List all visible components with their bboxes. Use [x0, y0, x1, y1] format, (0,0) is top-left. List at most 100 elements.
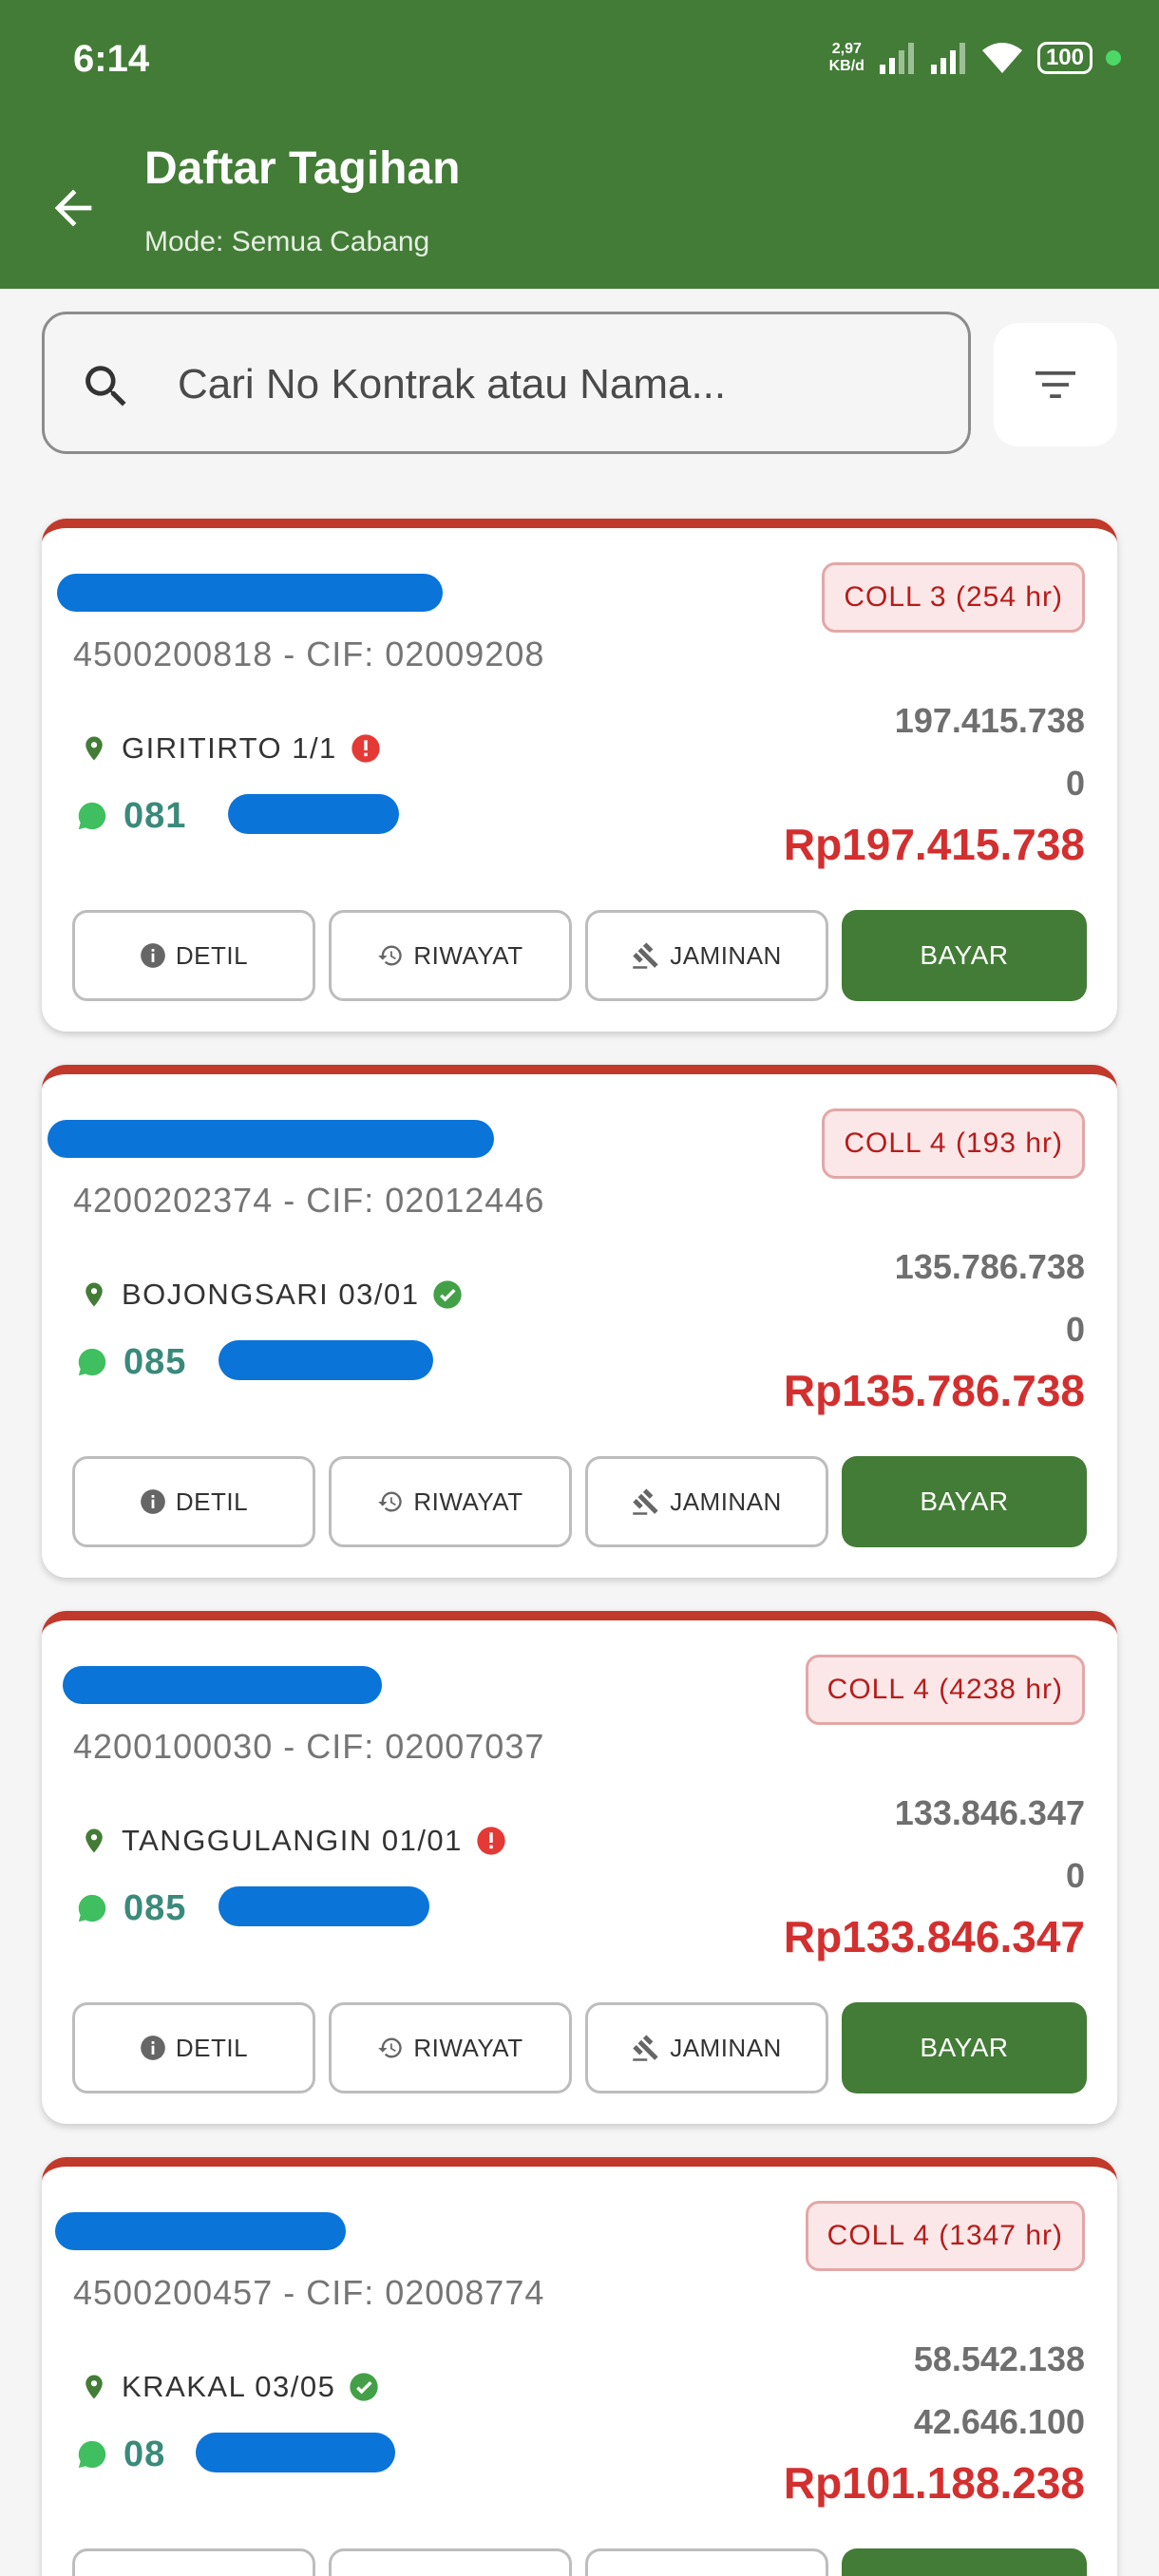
- location-pin-icon: [80, 1827, 108, 1855]
- contract-number: 4200100030 - CIF: 02007037: [73, 1727, 545, 1766]
- total-amount: Rp197.415.738: [783, 820, 1085, 869]
- history-button[interactable]: RIWAYAT: [329, 2548, 572, 2576]
- search-icon: [79, 359, 134, 419]
- filter-button[interactable]: [994, 323, 1117, 446]
- pay-button[interactable]: BAYAR: [842, 2548, 1087, 2576]
- location-label: BOJONGSARI 03/01: [122, 1278, 420, 1311]
- location-row: BOJONGSARI 03/01: [80, 1274, 463, 1316]
- search-input[interactable]: [178, 356, 938, 413]
- detail-button[interactable]: DETIL: [72, 1456, 315, 1547]
- search-box: [42, 312, 971, 454]
- history-button[interactable]: RIWAYAT: [329, 910, 572, 1001]
- pay-button[interactable]: BAYAR: [842, 2002, 1087, 2093]
- billing-card: 4200202374 - CIF: 02012446 COLL 4 (193 h…: [42, 1065, 1117, 1578]
- gavel-icon: [632, 941, 660, 970]
- detail-button[interactable]: DETIL: [72, 2002, 315, 2093]
- phone-row[interactable]: 081: [76, 790, 399, 842]
- alert-icon: [351, 733, 381, 764]
- info-icon: [140, 1488, 166, 1515]
- app-bar: 6:14 2,97 KB/d 100 Daftar Tagihan Mode: …: [0, 0, 1159, 289]
- billing-card: 4200100030 - CIF: 02007037 COLL 4 (4238 …: [42, 1611, 1117, 2124]
- phone-row[interactable]: 085: [76, 1883, 429, 1934]
- detail-button[interactable]: DETIL: [72, 910, 315, 1001]
- gavel-icon: [632, 2034, 660, 2062]
- verified-icon: [349, 2372, 379, 2402]
- info-icon: [140, 942, 166, 969]
- filter-icon: [1036, 371, 1075, 398]
- amount-principal: 197.415.738: [894, 701, 1085, 740]
- redacted-customer-name: [63, 1666, 382, 1704]
- amount-principal: 58.542.138: [913, 2339, 1085, 2378]
- whatsapp-icon: [76, 2438, 108, 2471]
- whatsapp-icon: [76, 1892, 108, 1924]
- total-amount: Rp135.786.738: [783, 1366, 1085, 1415]
- phone-row[interactable]: 08: [76, 2429, 395, 2480]
- total-amount: Rp101.188.238: [783, 2458, 1085, 2508]
- collateral-label: JAMINAN: [670, 2033, 782, 2062]
- phone-number: 081: [124, 795, 187, 836]
- history-icon: [377, 1488, 404, 1515]
- location-row: TANGGULANGIN 01/01: [80, 1820, 506, 1862]
- detail-label: DETIL: [175, 2033, 249, 2062]
- billing-card: 4500200818 - CIF: 02009208 COLL 3 (254 h…: [42, 519, 1117, 1032]
- collateral-button[interactable]: JAMINAN: [585, 910, 828, 1001]
- privacy-dot-icon: [1106, 50, 1121, 66]
- redacted-customer-name: [55, 2212, 346, 2250]
- back-button[interactable]: [46, 180, 101, 236]
- net-speed-value: 2,97: [831, 41, 862, 57]
- coll-badge: COLL 3 (254 hr): [822, 562, 1085, 633]
- redacted-phone: [196, 2433, 395, 2472]
- status-time: 6:14: [73, 38, 150, 80]
- verified-icon: [432, 1279, 463, 1310]
- alert-icon: [476, 1826, 506, 1856]
- card-actions: DETIL RIWAYAT JAMINAN BAYAR: [72, 2548, 1087, 2576]
- card-actions: DETIL RIWAYAT JAMINAN BAYAR: [72, 1456, 1087, 1547]
- history-button[interactable]: RIWAYAT: [329, 1456, 572, 1547]
- collateral-label: JAMINAN: [670, 1487, 782, 1516]
- location-pin-icon: [80, 734, 108, 763]
- collateral-button[interactable]: JAMINAN: [585, 1456, 828, 1547]
- card-actions: DETIL RIWAYAT JAMINAN BAYAR: [72, 910, 1087, 1001]
- gavel-icon: [632, 1487, 660, 1516]
- location-pin-icon: [80, 1280, 108, 1309]
- collateral-button[interactable]: JAMINAN: [585, 2002, 828, 2093]
- location-label: KRAKAL 03/05: [122, 2370, 336, 2403]
- location-label: TANGGULANGIN 01/01: [122, 1824, 463, 1857]
- location-row: KRAKAL 03/05: [80, 2366, 379, 2408]
- pay-button[interactable]: BAYAR: [842, 1456, 1087, 1547]
- history-icon: [377, 2035, 404, 2061]
- redacted-phone: [218, 1886, 429, 1926]
- amount-principal: 135.786.738: [894, 1247, 1085, 1286]
- coll-badge: COLL 4 (1347 hr): [805, 2201, 1085, 2271]
- collateral-label: JAMINAN: [670, 940, 782, 970]
- amount-other: 0: [1065, 1310, 1085, 1349]
- redacted-phone: [218, 1340, 433, 1380]
- page-title: Daftar Tagihan: [144, 143, 461, 194]
- redacted-customer-name: [48, 1120, 494, 1158]
- phone-number: 085: [124, 1341, 187, 1382]
- redacted-phone: [228, 794, 399, 834]
- coll-badge: COLL 4 (4238 hr): [805, 1655, 1085, 1725]
- contract-number: 4500200457 - CIF: 02008774: [73, 2273, 545, 2312]
- signal-icon: [878, 42, 916, 74]
- contract-number: 4200202374 - CIF: 02012446: [73, 1181, 545, 1220]
- net-speed: 2,97 KB/d: [829, 41, 864, 75]
- detail-label: DETIL: [175, 940, 249, 970]
- amount-other: 0: [1065, 764, 1085, 803]
- detail-button[interactable]: DETIL: [72, 2548, 315, 2576]
- card-actions: DETIL RIWAYAT JAMINAN BAYAR: [72, 2002, 1087, 2093]
- page-subtitle: Mode: Semua Cabang: [144, 226, 430, 257]
- pay-button[interactable]: BAYAR: [842, 910, 1087, 1001]
- location-row: GIRITIRTO 1/1: [80, 728, 381, 769]
- whatsapp-icon: [76, 1346, 108, 1378]
- location-pin-icon: [80, 2373, 108, 2401]
- history-button[interactable]: RIWAYAT: [329, 2002, 572, 2093]
- coll-badge: COLL 4 (193 hr): [822, 1108, 1085, 1179]
- detail-label: DETIL: [175, 1487, 249, 1516]
- phone-row[interactable]: 085: [76, 1336, 433, 1388]
- collateral-button[interactable]: JAMINAN: [585, 2548, 828, 2576]
- amount-other: 0: [1065, 1856, 1085, 1895]
- status-icons: 2,97 KB/d 100: [829, 34, 1121, 82]
- amount-principal: 133.846.347: [894, 1793, 1085, 1832]
- history-label: RIWAYAT: [413, 1487, 523, 1516]
